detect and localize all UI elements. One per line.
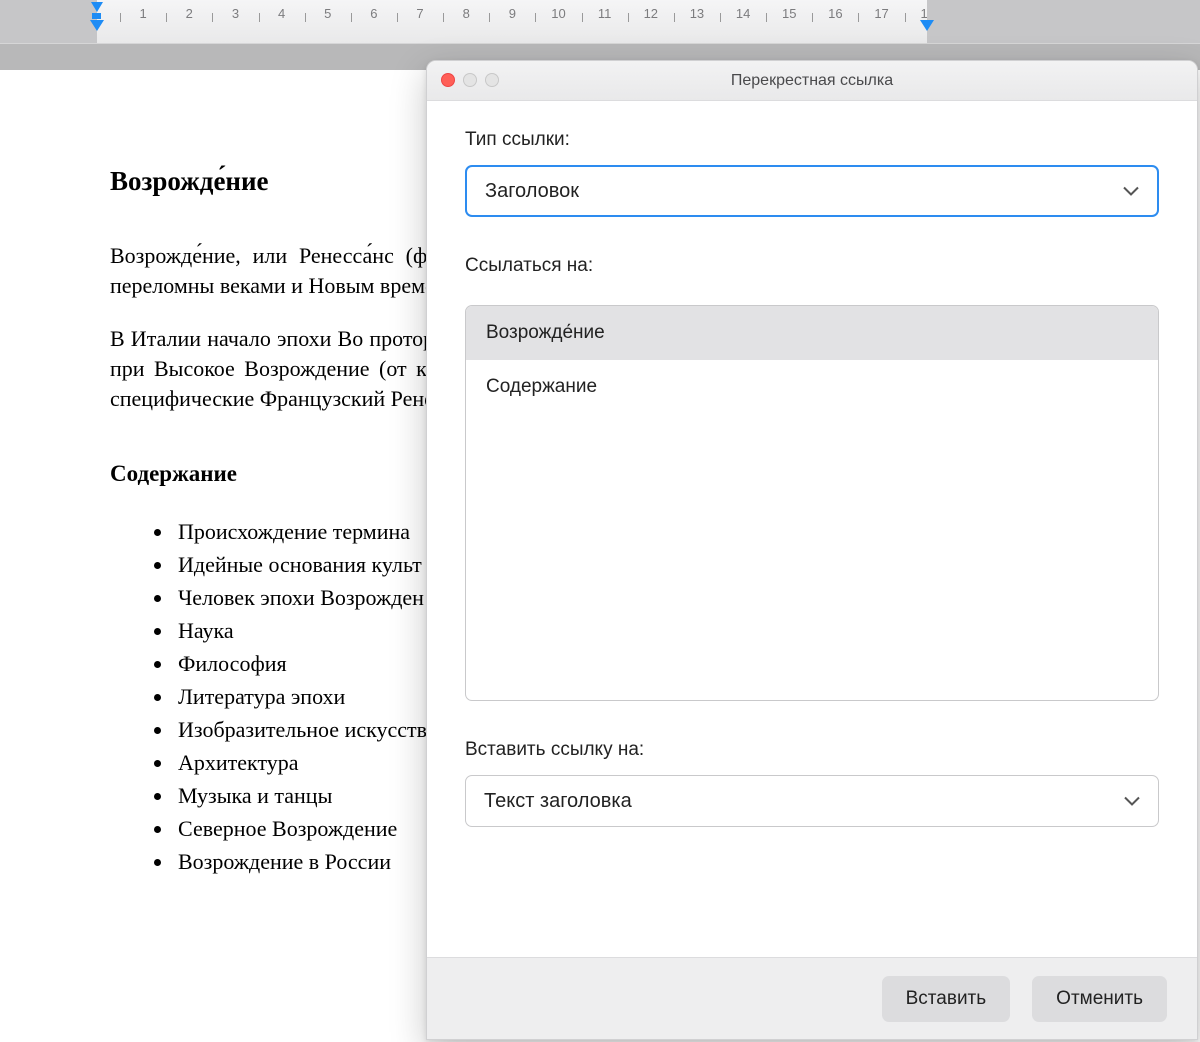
chevron-down-icon xyxy=(1123,180,1139,203)
dialog-footer: Вставить Отменить xyxy=(427,957,1197,1039)
window-maximize-icon xyxy=(485,73,499,87)
insert-reference-select[interactable]: Текст заголовка xyxy=(465,775,1159,827)
ruler-number: 6 xyxy=(370,6,377,21)
ruler-number: 5 xyxy=(324,6,331,21)
dialog-title: Перекрестная ссылка xyxy=(427,72,1197,90)
refer-to-list-item[interactable]: Содержание xyxy=(466,360,1158,414)
dialog-titlebar[interactable]: Перекрестная ссылка xyxy=(427,61,1197,101)
reference-type-select[interactable]: Заголовок xyxy=(465,165,1159,217)
cancel-button[interactable]: Отменить xyxy=(1032,976,1167,1022)
ruler-number: 2 xyxy=(186,6,193,21)
ruler-number: 17 xyxy=(874,6,888,21)
ruler-number: 14 xyxy=(736,6,750,21)
ruler-left-indent-icon[interactable] xyxy=(92,13,101,19)
label-reference-type: Тип ссылки: xyxy=(465,129,1159,151)
insert-button[interactable]: Вставить xyxy=(882,976,1011,1022)
ruler-number: 15 xyxy=(782,6,796,21)
ruler-number: 12 xyxy=(644,6,658,21)
reference-type-value: Заголовок xyxy=(485,180,579,203)
ruler-number: 1 xyxy=(140,6,147,21)
window-minimize-icon xyxy=(463,73,477,87)
ruler: 21123456789101112131415161718 xyxy=(0,0,1200,44)
refer-to-list-item[interactable]: Возрожде́ние xyxy=(466,306,1158,360)
ruler-number: 3 xyxy=(232,6,239,21)
window-close-icon[interactable] xyxy=(441,73,455,87)
ruler-right-indent-icon[interactable] xyxy=(920,20,934,31)
chevron-down-icon xyxy=(1124,790,1140,813)
ruler-number: 8 xyxy=(463,6,470,21)
ruler-number: 13 xyxy=(690,6,704,21)
ruler-number: 4 xyxy=(278,6,285,21)
cross-reference-dialog: Перекрестная ссылка Тип ссылки: Заголово… xyxy=(426,60,1198,1040)
ruler-number: 9 xyxy=(509,6,516,21)
ruler-shade-right xyxy=(927,0,1200,43)
ruler-hanging-indent-icon[interactable] xyxy=(90,20,104,31)
refer-to-list[interactable]: Возрожде́ниеСодержание xyxy=(465,305,1159,701)
ruler-number: 10 xyxy=(551,6,565,21)
ruler-first-line-indent-icon[interactable] xyxy=(91,2,103,12)
ruler-shade-left xyxy=(0,0,97,43)
label-insert-ref: Вставить ссылку на: xyxy=(465,739,1159,761)
ruler-number: 7 xyxy=(416,6,423,21)
ruler-number: 16 xyxy=(828,6,842,21)
label-refer-to: Ссылаться на: xyxy=(465,255,1159,277)
ruler-number: 11 xyxy=(598,6,612,21)
insert-reference-value: Текст заголовка xyxy=(484,790,632,813)
